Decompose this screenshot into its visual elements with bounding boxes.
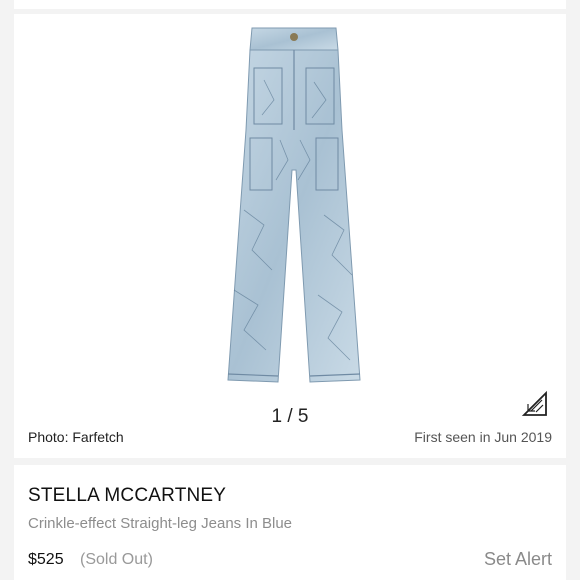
product-photo-jeans[interactable]: [214, 20, 374, 400]
photo-credit: Photo: Farfetch: [28, 429, 124, 445]
product-info-card: STELLA MCCARTNEY Crinkle-effect Straight…: [14, 465, 566, 580]
photo-counter: 1 / 5: [271, 406, 309, 427]
product-page: 1 / 5 Photo: Farfetch First seen in Jun …: [0, 0, 580, 580]
expand-triangle-icon[interactable]: [521, 390, 549, 418]
set-alert-button[interactable]: Set Alert: [484, 549, 552, 570]
product-price: $525: [28, 551, 64, 568]
brand-name[interactable]: STELLA MCCARTNEY: [28, 485, 226, 507]
product-gallery[interactable]: 1 / 5 Photo: Farfetch First seen in Jun …: [14, 14, 566, 458]
top-card-edge: [14, 0, 566, 9]
product-title: Crinkle-effect Straight-leg Jeans In Blu…: [28, 515, 293, 532]
first-seen-date: First seen in Jun 2019: [414, 429, 552, 445]
stock-status: (Sold Out): [80, 551, 153, 568]
